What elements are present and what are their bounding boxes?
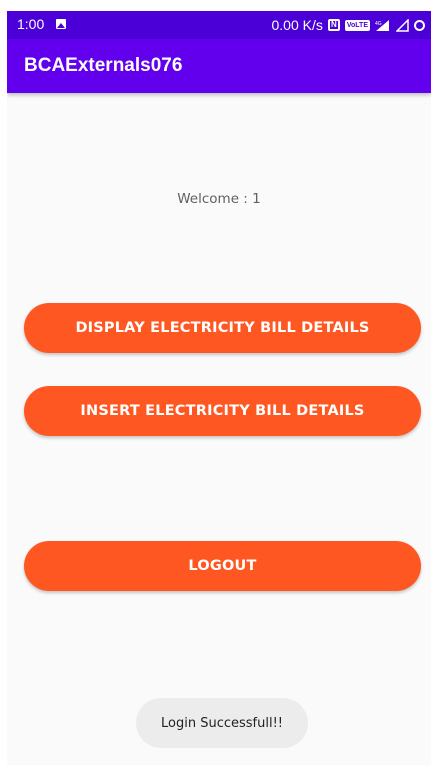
toast-message: Login Successfull!! — [136, 698, 308, 748]
nfc-icon: N — [327, 19, 340, 31]
display-bill-details-button[interactable]: DISPLAY ELECTRICITY BILL DETAILS — [24, 303, 421, 353]
volte-badge: VoLTE — [344, 19, 370, 31]
status-time: 1:00 — [17, 16, 45, 32]
battery-icon — [414, 19, 425, 31]
app-title: BCAExternals076 — [24, 55, 183, 76]
status-bar: 1:00 0.00 K/s N VoLTE 4G — [7, 11, 431, 39]
logout-button[interactable]: LOGOUT — [24, 541, 421, 591]
network-speed: 0.00 K/s — [271, 17, 323, 33]
image-icon — [56, 19, 66, 29]
signal-empty-icon — [396, 18, 409, 32]
welcome-text: Welcome : 1 — [177, 191, 261, 207]
app-bar: BCAExternals076 — [7, 39, 431, 93]
insert-bill-details-button[interactable]: INSERT ELECTRICITY BILL DETAILS — [24, 386, 421, 436]
signal-4g-icon: 4G — [375, 19, 391, 32]
svg-text:4G: 4G — [375, 21, 382, 27]
phone-screen: 1:00 0.00 K/s N VoLTE 4G BCAExternals076… — [7, 11, 431, 765]
status-icons: 0.00 K/s N VoLTE 4G — [271, 15, 425, 35]
